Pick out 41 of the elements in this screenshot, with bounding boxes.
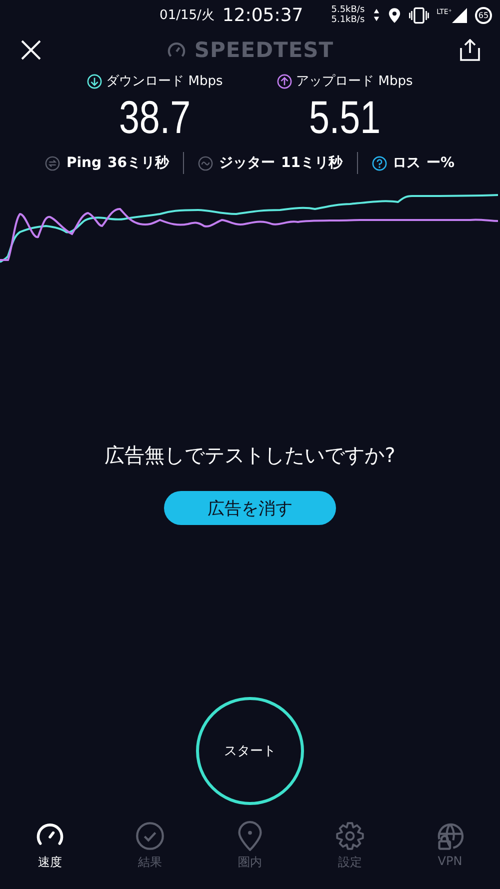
nav-tab[interactable]: VPN (400, 821, 500, 883)
jitter-icon (198, 156, 214, 170)
ping-icon (45, 156, 60, 170)
result-value: 5.51 (309, 90, 381, 144)
stat-value: 11ミリ秒 (281, 154, 342, 172)
ad-prompt-text: 広告無しでテストしたいですか? (104, 442, 396, 469)
gauge-icon (167, 40, 186, 60)
status-date: 01/15/火 (160, 7, 214, 24)
stat-value: ー% (426, 154, 455, 172)
signal-icon (452, 8, 467, 22)
vibrate-icon (408, 6, 429, 24)
stat-label: Ping (66, 155, 102, 171)
map-pin-icon (235, 821, 265, 851)
download-rate: 5.1kB/s (331, 15, 365, 25)
share-icon (460, 39, 480, 61)
nav-tab[interactable]: 設定 (300, 821, 400, 883)
settings-icon (335, 821, 365, 851)
transfer-arrows-icon (372, 8, 380, 22)
share-button[interactable] (460, 39, 480, 61)
result-label: ダウンロード Mbps (106, 73, 223, 90)
app-title: SPEEDTEST (194, 38, 334, 62)
nav-tab[interactable]: 速度 (0, 821, 100, 883)
result-value: 38.7 (119, 90, 191, 144)
result-label: アップロード Mbps (296, 73, 413, 90)
download-icon (87, 74, 102, 88)
upload-icon (277, 74, 292, 88)
globe-lock-icon (435, 821, 465, 851)
battery-indicator: 65 (475, 6, 492, 24)
stat-label: ロス (392, 154, 420, 172)
start-button[interactable]: スタート (196, 697, 304, 805)
stat-value: 36ミリ秒 (108, 154, 170, 172)
remove-ads-button[interactable]: 広告を消す (164, 491, 336, 525)
upload-rate: 5.5kB/s (331, 5, 365, 15)
location-icon (388, 6, 401, 24)
nav-tab[interactable]: 圏内 (200, 821, 300, 883)
check-circle-icon (135, 821, 165, 851)
stat-label: ジッター (219, 154, 276, 172)
close-icon (21, 40, 41, 60)
nav-tab[interactable]: 結果 (100, 821, 200, 883)
help-icon (372, 156, 386, 170)
status-time: 12:05:37 (222, 4, 304, 26)
